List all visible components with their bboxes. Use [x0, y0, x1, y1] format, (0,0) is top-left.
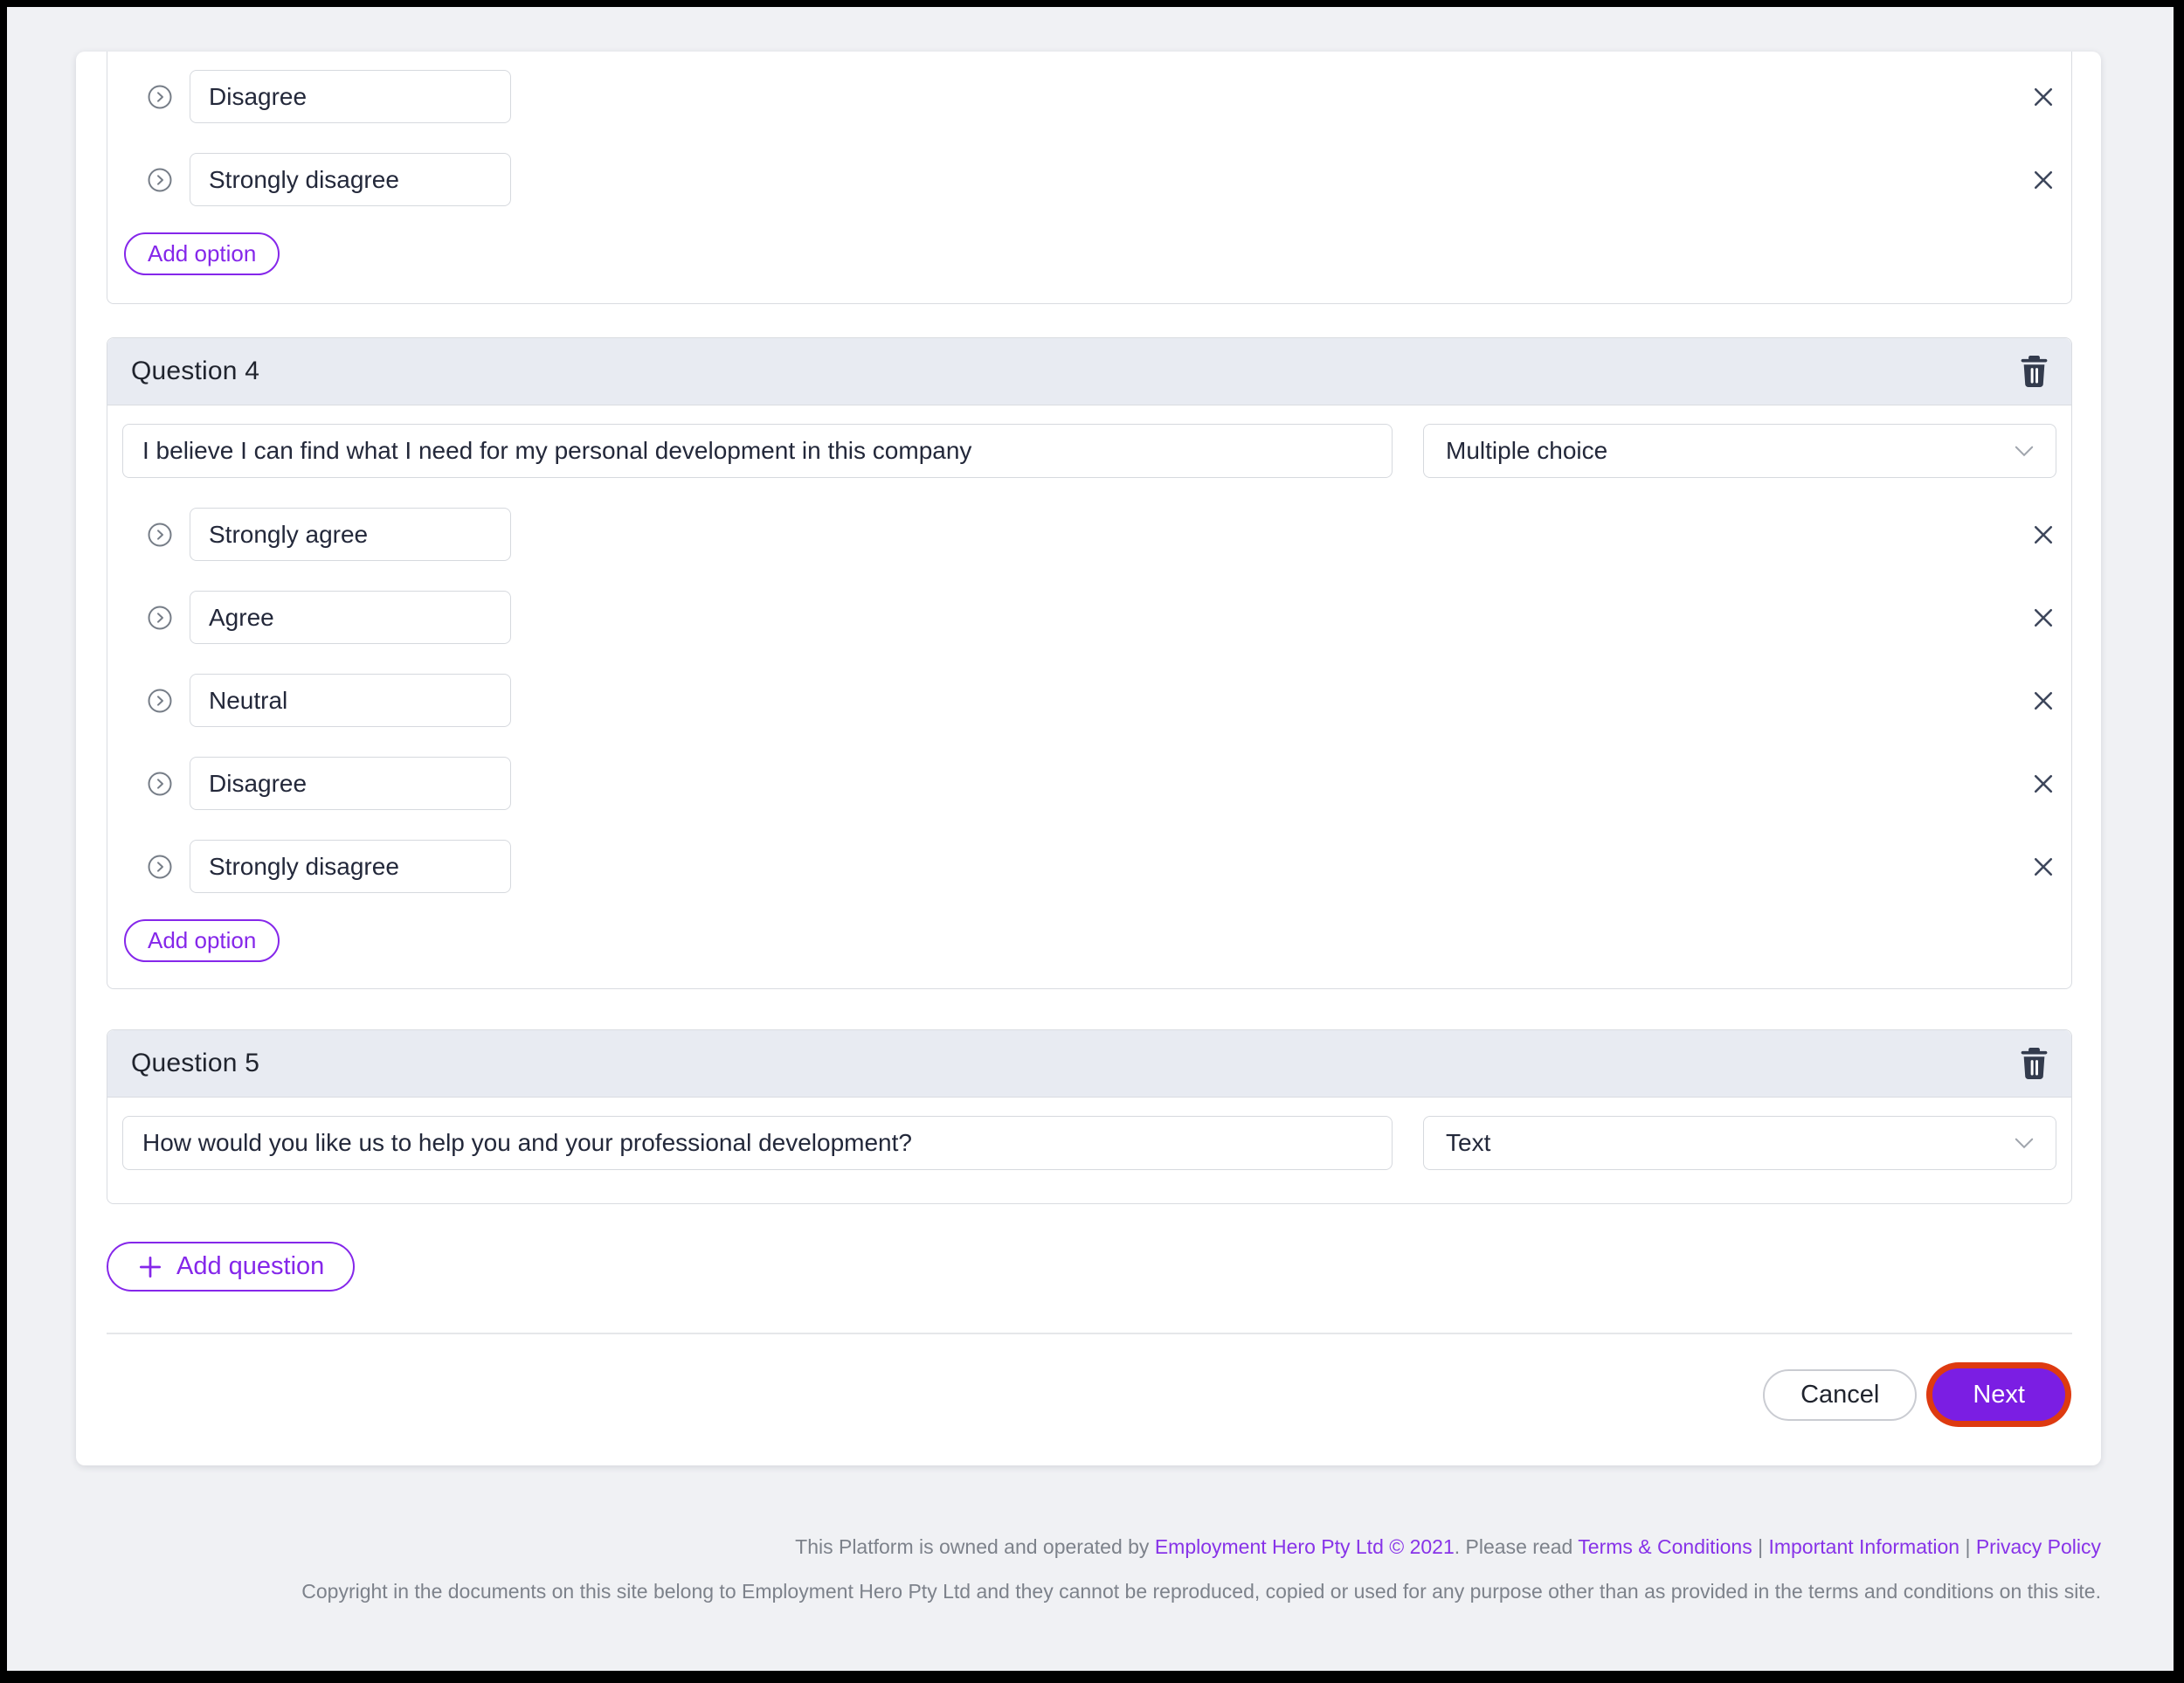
option-chevron-icon [148, 772, 172, 796]
footer-copyright-line: Copyright in the documents on this site … [266, 1581, 2101, 1602]
remove-option-icon[interactable] [2029, 521, 2056, 548]
option-text-input[interactable]: Agree [190, 591, 511, 644]
chevron-down-icon [2015, 1138, 2034, 1149]
cancel-button[interactable]: Cancel [1763, 1369, 1917, 1421]
option-text-input[interactable]: Disagree [190, 70, 511, 123]
page-background: Disagree Strongly disagree Add option Que… [7, 7, 2174, 1671]
add-question-label: Add question [176, 1252, 324, 1281]
delete-question-icon[interactable] [2021, 356, 2048, 387]
footer-legal-line: This Platform is owned and operated by E… [266, 1536, 2101, 1557]
delete-question-icon[interactable] [2021, 1048, 2048, 1079]
question-5-title: Question 5 [131, 1049, 259, 1078]
footer-text: . Please read [1455, 1535, 1579, 1558]
option-chevron-icon [148, 606, 172, 630]
remove-option-icon[interactable] [2029, 166, 2056, 193]
chevron-down-icon [2015, 446, 2034, 457]
option-row: Agree [107, 591, 2071, 644]
survey-builder-panel: Disagree Strongly disagree Add option Que… [76, 52, 2101, 1465]
question-4-text-input[interactable]: I believe I can find what I need for my … [122, 424, 1393, 478]
options-list: Disagree Strongly disagree [107, 70, 2071, 206]
question-4-row: I believe I can find what I need for my … [107, 405, 2071, 478]
option-text-input[interactable]: Disagree [190, 757, 511, 810]
question-5-text-input[interactable]: How would you like us to help you and yo… [122, 1116, 1393, 1170]
option-chevron-icon [148, 855, 172, 879]
plus-icon [137, 1254, 163, 1280]
question-4-card: Question 4 I believe I can find what I n… [107, 337, 2072, 989]
footer-link[interactable]: Important Information [1768, 1535, 1959, 1558]
option-chevron-icon [148, 689, 172, 713]
option-text-input[interactable]: Neutral [190, 674, 511, 727]
options-list: Strongly agree Agree Neutral Disagree Strong… [107, 508, 2071, 893]
option-row: Strongly agree [107, 508, 2071, 561]
option-row: Strongly disagree [107, 153, 2071, 206]
option-row: Disagree [107, 757, 2071, 810]
option-row: Disagree [107, 70, 2071, 123]
question-4-header: Question 4 [107, 338, 2071, 405]
option-row: Strongly disagree [107, 840, 2071, 893]
footer-text: | [1959, 1535, 1976, 1558]
footer-link[interactable]: Terms & Conditions [1578, 1535, 1752, 1558]
question-5-header: Question 5 [107, 1030, 2071, 1098]
actions-row: Cancel Next [107, 1368, 2072, 1421]
footer-link[interactable]: Employment Hero Pty Ltd © 2021 [1155, 1535, 1455, 1558]
footer-link[interactable]: Privacy Policy [1976, 1535, 2101, 1558]
question-5-type-value: Text [1446, 1129, 1490, 1157]
next-button[interactable]: Next [1932, 1368, 2065, 1421]
remove-option-icon[interactable] [2029, 604, 2056, 631]
add-question-button[interactable]: Add question [107, 1242, 355, 1292]
remove-option-icon[interactable] [2029, 83, 2056, 110]
option-text-input[interactable]: Strongly disagree [190, 840, 511, 893]
add-option-button[interactable]: Add option [124, 232, 280, 275]
question-4-type-select[interactable]: Multiple choice [1423, 424, 2056, 478]
question-5-row: How would you like us to help you and yo… [107, 1098, 2071, 1203]
footer-text: This Platform is owned and operated by [795, 1535, 1155, 1558]
remove-option-icon[interactable] [2029, 770, 2056, 797]
question-5-card: Question 5 How would you like us to help… [107, 1029, 2072, 1204]
page-footer: This Platform is owned and operated by E… [266, 1536, 2101, 1602]
remove-option-icon[interactable] [2029, 853, 2056, 880]
option-text-input[interactable]: Strongly agree [190, 508, 511, 561]
option-text-input[interactable]: Strongly disagree [190, 153, 511, 206]
remove-option-icon[interactable] [2029, 687, 2056, 714]
option-chevron-icon [148, 168, 172, 192]
question-card-partial: Disagree Strongly disagree Add option [107, 52, 2072, 304]
option-row: Neutral [107, 674, 2071, 727]
footer-text: | [1752, 1535, 1769, 1558]
option-chevron-icon [148, 85, 172, 109]
question-4-title: Question 4 [131, 357, 259, 386]
screenshot-frame: Disagree Strongly disagree Add option Que… [0, 0, 2184, 1683]
divider [107, 1333, 2072, 1334]
add-option-button[interactable]: Add option [124, 919, 280, 962]
question-4-type-value: Multiple choice [1446, 437, 1607, 465]
option-chevron-icon [148, 523, 172, 547]
question-5-type-select[interactable]: Text [1423, 1116, 2056, 1170]
